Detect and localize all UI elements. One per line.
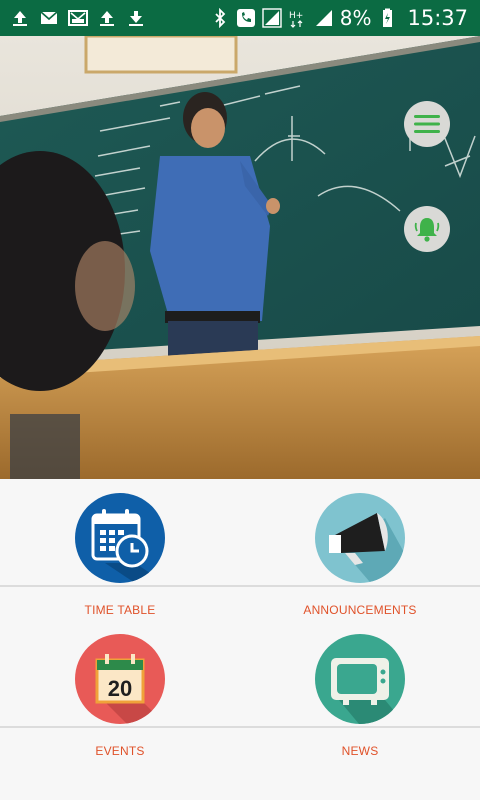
row-divider [0, 726, 480, 728]
upload-icon [100, 11, 114, 26]
upload-icon [13, 11, 27, 26]
status-bar: H+ 8% 15:37 [0, 0, 480, 36]
calendar-20-icon: 20 [75, 634, 165, 724]
hamburger-icon [414, 115, 440, 133]
tile-label: TIME TABLE [84, 603, 156, 617]
tile-label: EVENTS [95, 744, 145, 758]
gallery-mail-icon [68, 10, 88, 26]
megaphone-icon [315, 493, 405, 583]
clock: 15:37 [407, 6, 468, 30]
tile-news[interactable]: NEWS [240, 620, 480, 761]
download-icon [129, 11, 143, 26]
mail-icon [40, 11, 58, 24]
calendar-clock-icon [75, 493, 165, 583]
bell-icon [414, 218, 440, 242]
bluetooth-icon [215, 8, 226, 28]
notification-button[interactable] [404, 206, 450, 252]
tile-announcements[interactable]: ANNOUNCEMENTS [240, 479, 480, 620]
signal-icon [262, 8, 282, 28]
hero-image [0, 36, 480, 479]
calendar-day-number: 20 [108, 676, 132, 701]
tv-icon [315, 634, 405, 724]
hplus-icon: H+ [289, 11, 303, 28]
menu-grid: TIME TABLE ANNOUNCEMENTS 20 EVENTS NEWS [0, 479, 480, 800]
menu-button[interactable] [404, 101, 450, 147]
tile-time-table[interactable]: TIME TABLE [0, 479, 240, 620]
row-divider [0, 585, 480, 587]
tile-label: NEWS [341, 744, 379, 758]
svg-text:H+: H+ [289, 11, 303, 21]
signal-icon [315, 10, 332, 26]
tile-events[interactable]: 20 EVENTS [0, 620, 240, 761]
tile-label: ANNOUNCEMENTS [303, 603, 417, 617]
call-icon [236, 9, 255, 27]
battery-icon [383, 8, 393, 27]
battery-percent: 8% [339, 6, 372, 30]
